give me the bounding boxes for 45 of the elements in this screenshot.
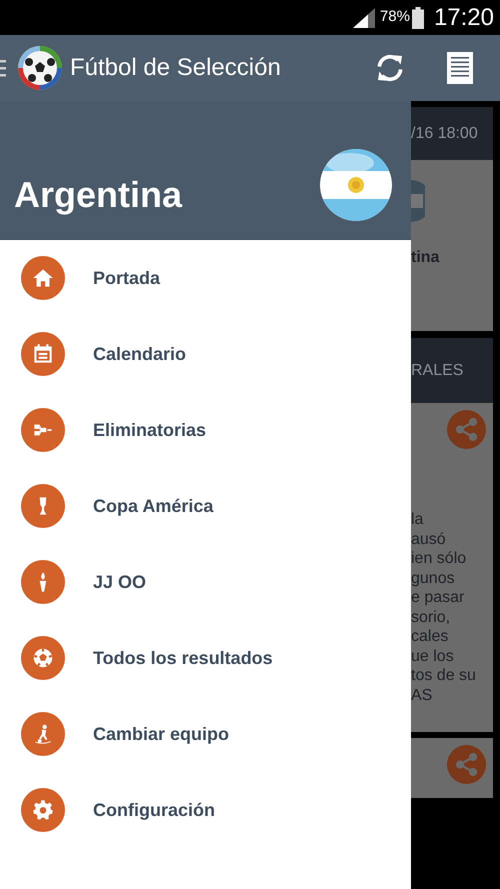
menu-item-label: Configuración <box>93 798 215 822</box>
menu-item[interactable]: Calendario <box>0 316 411 392</box>
news-text-line: tos de su <box>411 666 477 686</box>
player-icon <box>21 712 65 756</box>
calendar-icon <box>21 332 65 376</box>
menu-item-label: Portada <box>93 266 160 290</box>
news-text-line: ue los <box>411 646 455 666</box>
menu-item[interactable]: Eliminatorias <box>0 392 411 468</box>
team-name: Argentina <box>14 177 182 213</box>
clock: 17:20 <box>434 2 494 32</box>
list-icon[interactable] <box>447 52 473 84</box>
match-date: /16 18:00 <box>411 124 478 144</box>
menu-item[interactable]: Todos los resultados <box>0 620 411 696</box>
menu-item[interactable]: Copa América <box>0 468 411 544</box>
news-text-line: AS <box>411 686 434 705</box>
battery-percent: 78% <box>380 7 410 28</box>
menu-item-label: Eliminatorias <box>93 418 206 442</box>
news-text-line: la <box>411 510 424 530</box>
menu-item-label: Calendario <box>93 342 186 366</box>
menu-item[interactable]: Portada <box>0 240 411 316</box>
menu-icon[interactable] <box>0 58 6 78</box>
menu-item-label: Todos los resultados <box>93 646 273 670</box>
menu-item-label: Cambiar equipo <box>93 722 230 746</box>
menu-item[interactable]: Cambiar equipo <box>0 696 411 772</box>
news-text-line: cales <box>411 627 450 646</box>
battery-icon <box>412 6 424 28</box>
signal-icon <box>352 8 375 28</box>
bracket-icon <box>21 408 65 452</box>
team-name: tina <box>411 248 440 268</box>
trophy-icon <box>21 484 65 528</box>
news-text-line: ausó <box>411 530 447 549</box>
app-title: Fútbol de Selección <box>70 53 281 83</box>
menu-item-label: JJ OO <box>93 570 146 594</box>
torch-icon <box>21 560 65 604</box>
news-text-line: sorio, <box>411 608 452 627</box>
menu-item-label: Copa América <box>93 494 214 518</box>
menu-item[interactable]: Configuración <box>0 772 411 848</box>
news-text-line: ien sólo <box>411 549 468 568</box>
menu-item[interactable]: JJ OO <box>0 544 411 620</box>
news-text-line: gunos <box>411 568 456 588</box>
home-icon <box>21 256 65 300</box>
news-text-line: e pasar <box>411 588 466 608</box>
ball-icon <box>17 45 63 91</box>
section-title: RALES <box>411 360 464 380</box>
settings-icon <box>21 788 65 832</box>
